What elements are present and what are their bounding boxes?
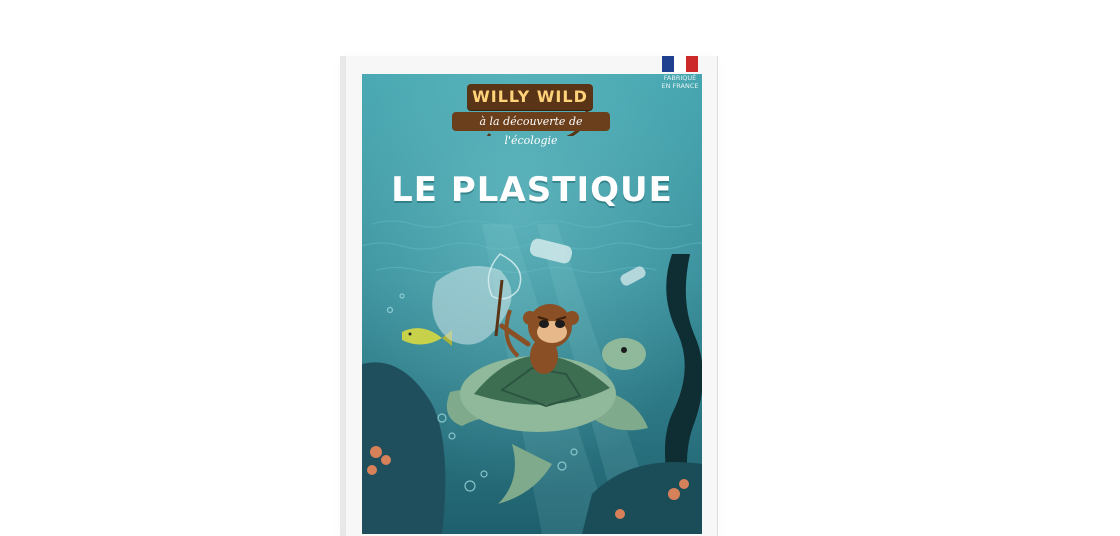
book-title: LE PLASTIQUE — [391, 170, 673, 210]
flag-white-stripe — [674, 56, 686, 72]
series-title: WILLY WILD — [467, 84, 593, 110]
french-flag-icon — [662, 56, 698, 72]
series-subtitle: à la découverte de l'écologie — [452, 112, 610, 147]
flag-blue-stripe — [662, 56, 674, 72]
made-in-france-label: FABRIQUÉ EN FRANCE — [661, 74, 699, 90]
flag-red-stripe — [686, 56, 698, 72]
